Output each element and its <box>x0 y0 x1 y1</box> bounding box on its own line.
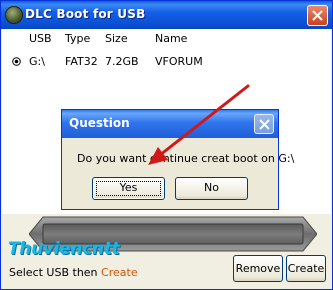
create-button[interactable]: Create <box>286 255 326 282</box>
window-title: DLC Boot for USB <box>25 7 146 21</box>
dialog-title: Question <box>69 116 130 130</box>
main-window: DLC Boot for USB USB Type Size Name G:\ … <box>0 0 333 290</box>
dlc-app-icon <box>5 6 23 24</box>
hint-text: Select USB then Create <box>9 266 138 279</box>
column-header-usb: USB <box>29 32 52 45</box>
remove-button[interactable]: Remove <box>233 255 283 282</box>
hint-action: Create <box>101 266 138 279</box>
window-titlebar[interactable]: DLC Boot for USB <box>1 1 332 29</box>
row-type: FAT32 <box>65 55 98 68</box>
column-header-name: Name <box>155 32 188 45</box>
yes-button[interactable]: Yes <box>92 177 165 200</box>
focus-ring <box>96 181 161 196</box>
window-close-button[interactable] <box>307 5 328 26</box>
dialog-message: Do you want continue creat boot on G:\ <box>77 152 295 165</box>
close-icon <box>312 10 323 21</box>
row-usb[interactable]: G:\ <box>29 55 45 68</box>
column-header-type: Type <box>65 32 91 45</box>
no-button-label: No <box>204 181 219 194</box>
dialog-close-button[interactable] <box>254 114 274 134</box>
hint-prefix: Select USB then <box>9 266 102 279</box>
row-name: VFORUM <box>155 55 203 68</box>
row-size: 7.2GB <box>105 55 139 68</box>
close-icon <box>259 119 270 130</box>
watermark-logo: Thuviencntt <box>8 239 120 259</box>
no-button[interactable]: No <box>175 177 248 200</box>
radio-selected-icon[interactable] <box>12 57 21 66</box>
question-dialog: Question Do you want continue creat boot… <box>61 109 294 210</box>
dialog-titlebar[interactable]: Question <box>62 110 278 138</box>
column-header-size: Size <box>105 32 128 45</box>
